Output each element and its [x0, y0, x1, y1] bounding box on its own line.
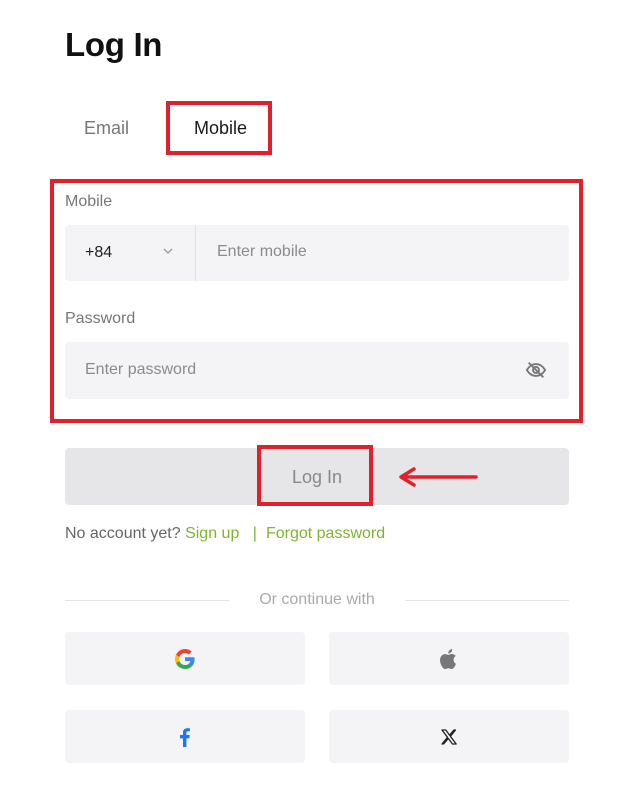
divider-left [65, 600, 229, 601]
google-icon [175, 648, 195, 669]
google-login-button[interactable] [65, 632, 305, 685]
forgot-password-link[interactable]: Forgot password [266, 525, 385, 542]
tab-email[interactable]: Email [84, 118, 129, 139]
x-icon [441, 729, 457, 745]
page-title: Log In [65, 26, 163, 63]
facebook-icon [180, 728, 190, 747]
arrow-left-icon [399, 467, 478, 487]
facebook-login-button[interactable] [65, 710, 305, 763]
form-highlight [50, 179, 583, 423]
or-continue-with: Or continue with [259, 591, 375, 608]
no-account-text: No account yet? [65, 525, 181, 542]
x-login-button[interactable] [329, 710, 569, 763]
link-separator: | [252, 525, 257, 542]
account-links: No account yet? Sign up | Forgot password [65, 525, 385, 543]
mobile-tab-highlight [166, 101, 272, 155]
sign-up-link[interactable]: Sign up [185, 525, 239, 542]
login-button-highlight [257, 445, 373, 506]
divider-right [405, 600, 569, 601]
apple-icon [440, 649, 456, 670]
apple-login-button[interactable] [329, 632, 569, 685]
